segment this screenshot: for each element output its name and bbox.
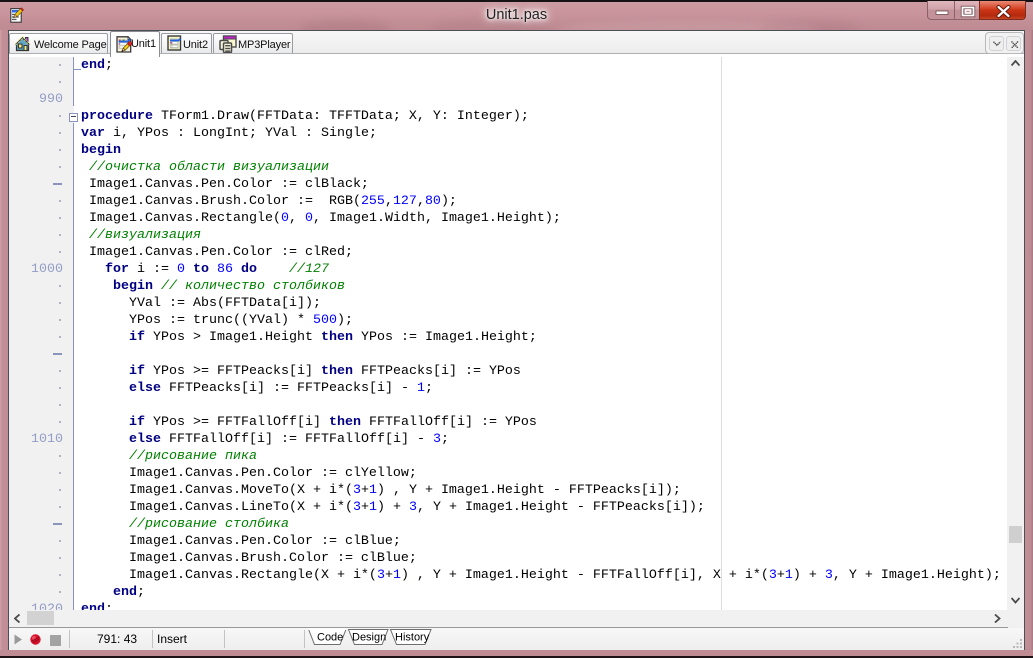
svg-text:Code: Code bbox=[317, 632, 343, 644]
svg-text:Design: Design bbox=[352, 632, 386, 644]
svg-text:History: History bbox=[395, 632, 430, 644]
